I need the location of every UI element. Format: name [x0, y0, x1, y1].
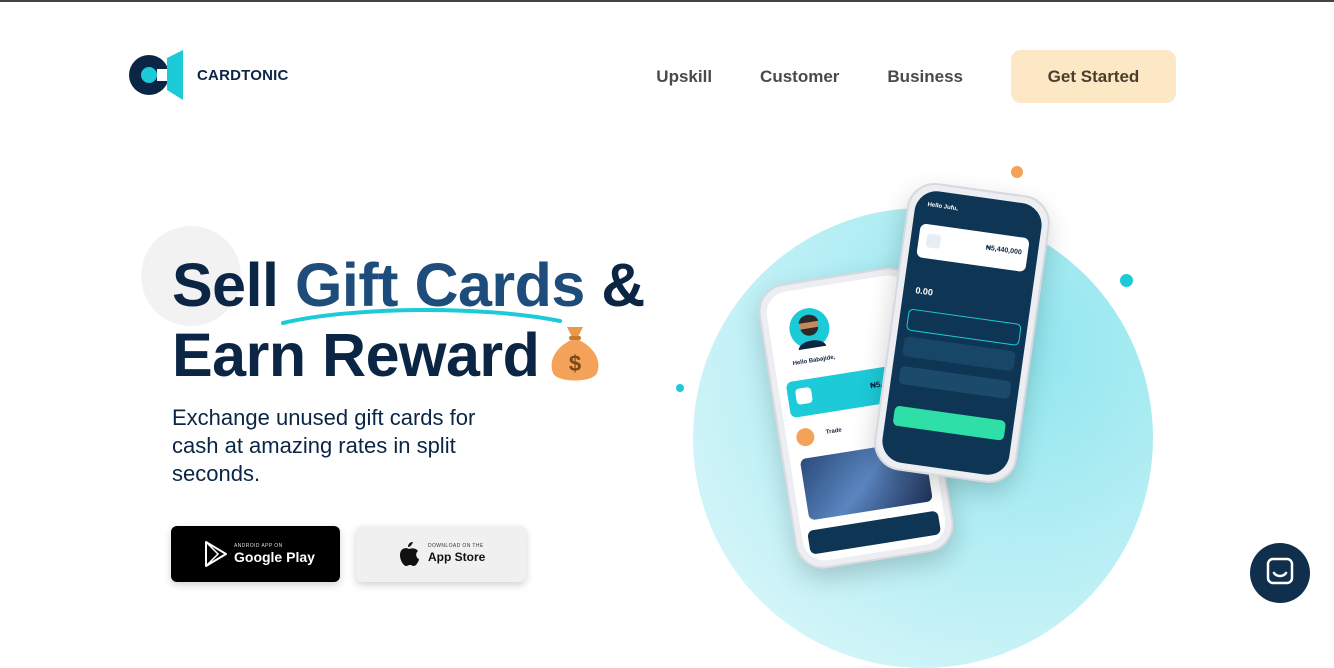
nav-upskill[interactable]: Upskill	[656, 67, 712, 87]
brand-name: CARDTONIC	[197, 66, 289, 84]
headline-part-earn: Earn Reward	[172, 321, 540, 389]
underline-swoosh	[281, 307, 562, 325]
top-border	[0, 0, 1334, 2]
app-store-label: App Store	[428, 550, 486, 564]
front-zero-balance: 0.00	[914, 285, 934, 298]
cardtonic-logo-icon	[127, 50, 185, 100]
trade-icon	[795, 426, 816, 448]
nav-customer[interactable]: Customer	[760, 67, 839, 87]
brand-logo[interactable]: CARDTONIC	[127, 50, 289, 100]
trade-label: Trade	[825, 427, 843, 436]
svg-text:$: $	[569, 351, 581, 376]
back-greeting: Hello Babajide,	[792, 354, 836, 368]
get-started-button[interactable]: Get Started	[1011, 50, 1176, 103]
hero-subtitle: Exchange unused gift cards for cash at a…	[172, 405, 476, 486]
headline-part-and: &	[584, 251, 645, 319]
google-play-icon	[204, 541, 228, 567]
decorative-dot-teal	[1120, 274, 1133, 287]
google-play-button[interactable]: ANDROID APP ON Google Play	[171, 526, 340, 582]
google-play-small-text: ANDROID APP ON	[234, 543, 283, 549]
front-greeting: Hello Jufu,	[927, 201, 959, 213]
chat-launcher-button[interactable]	[1250, 543, 1310, 603]
apple-icon	[398, 541, 422, 567]
decorative-dot-small	[676, 384, 684, 392]
app-store-button[interactable]: DOWNLOAD ON THE App Store	[356, 526, 526, 582]
front-balance-card: ₦5,440,000	[916, 223, 1030, 273]
app-store-small-text: DOWNLOAD ON THE	[428, 543, 484, 549]
withdraw-button	[892, 405, 1007, 441]
money-bag-icon: $	[547, 323, 603, 390]
front-balance: ₦5,440,000	[985, 244, 1023, 257]
headline-part-sell: Sell	[172, 251, 295, 319]
avatar	[786, 305, 833, 352]
notice-box	[898, 365, 1012, 400]
decorative-dot-orange	[1011, 166, 1023, 178]
chat-icon	[1265, 556, 1295, 591]
main-nav: Upskill Customer Business Get Started	[656, 50, 1176, 103]
phone-screen-front: Hello Jufu, ₦5,440,000 0.00	[879, 188, 1045, 478]
nav-business[interactable]: Business	[887, 67, 963, 87]
google-play-label: Google Play	[234, 549, 315, 565]
